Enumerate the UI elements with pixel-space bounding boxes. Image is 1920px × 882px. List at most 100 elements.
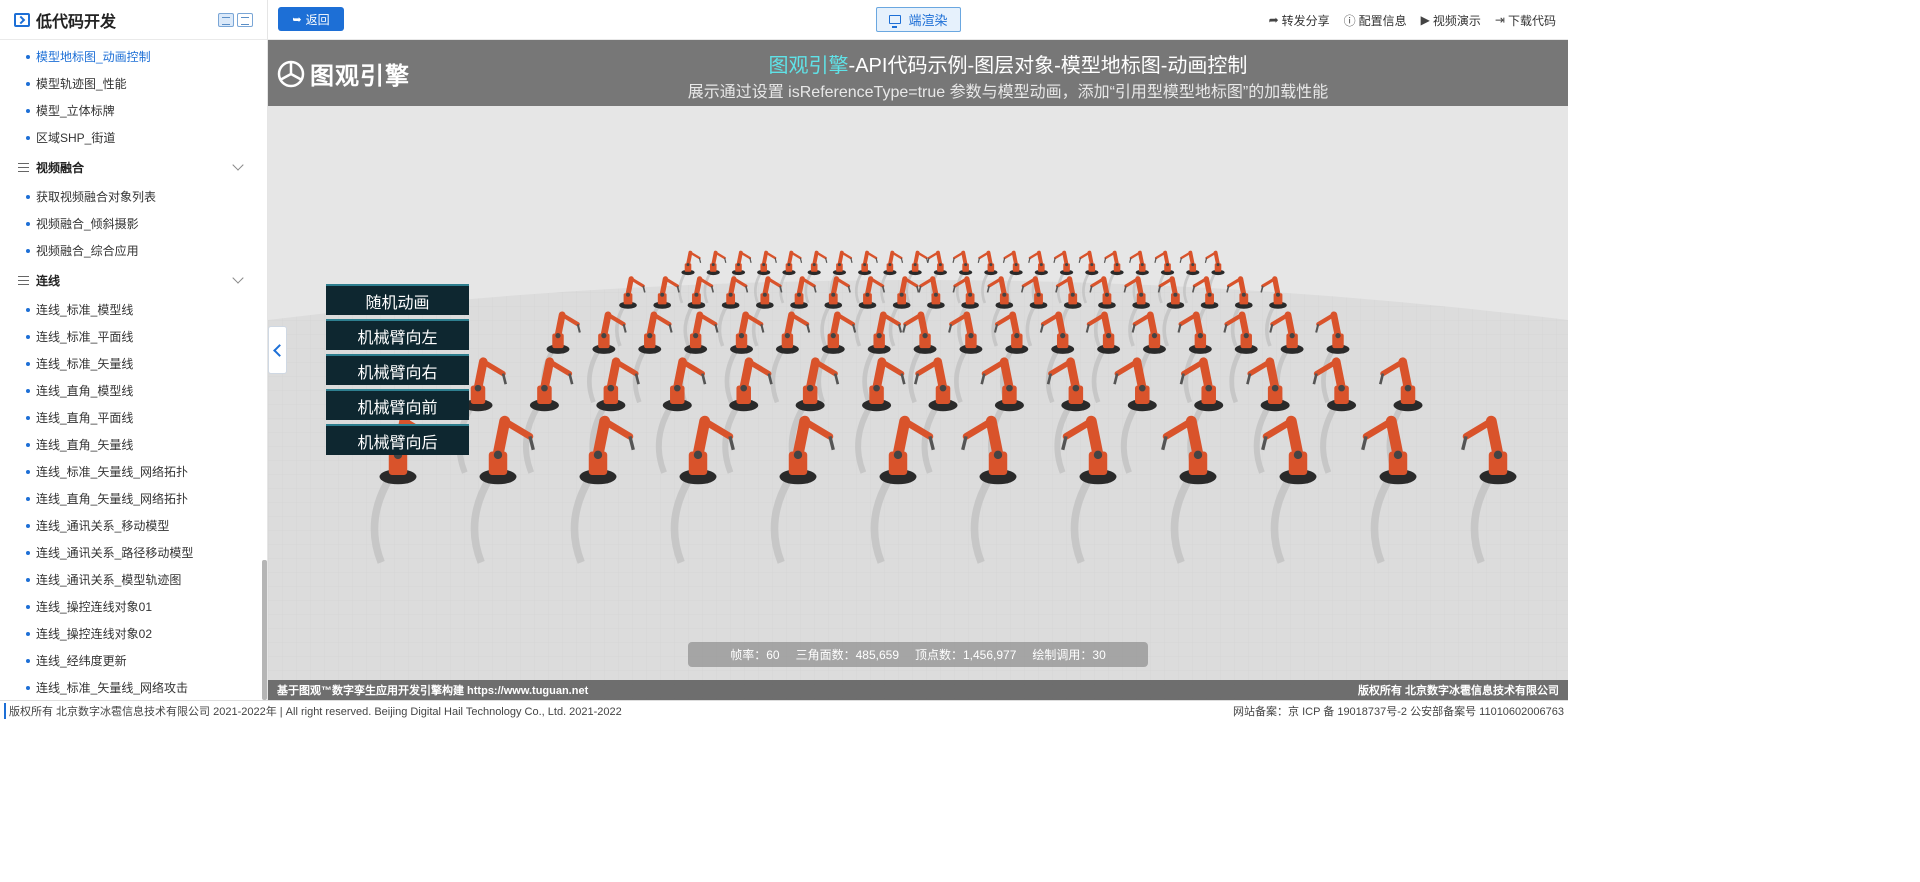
bullet-icon — [26, 135, 30, 140]
video-demo-label: 视频演示 — [1432, 13, 1481, 28]
video-demo-button[interactable]: ▶ 视频演示 — [1421, 12, 1481, 29]
bullet-icon — [26, 307, 30, 312]
menu-item[interactable]: 模型地标图_动画控制 — [0, 43, 262, 70]
menu-item-label: 连线_通讯关系_模型轨迹图 — [36, 573, 182, 587]
menu-item[interactable]: 区域SHP_街道 — [0, 124, 262, 151]
menu-item[interactable]: 连线_操控连线对象01 — [0, 593, 262, 620]
chevron-down-icon[interactable] — [232, 272, 244, 284]
menu-item[interactable]: 连线_标准_矢量线_网络攻击 — [0, 674, 262, 700]
top-actions: ➦ 转发分享 ⓘ 配置信息 ▶ 视频演示 ⇥ 下载代码 — [1255, 0, 1556, 40]
list-view-icon[interactable] — [237, 12, 253, 27]
menu-item-label: 连线_标准_模型线 — [36, 303, 134, 317]
menu-item[interactable]: 连线_标准_矢量线 — [0, 350, 262, 377]
bullet-icon — [26, 334, 30, 339]
bullet-icon — [26, 361, 30, 366]
share-button[interactable]: ➦ 转发分享 — [1269, 12, 1330, 29]
animation-button[interactable]: 机械臂向左 — [326, 319, 469, 350]
menu-item[interactable]: 连线_标准_矢量线_网络拓扑 — [0, 458, 262, 485]
menu-item[interactable]: 连线_操控连线对象02 — [0, 620, 262, 647]
render-button-label: 端渲染 — [908, 13, 948, 28]
menu-item-label: 连线_直角_平面线 — [36, 411, 134, 425]
render-viewport[interactable]: 图观引擎 图观引擎-API代码示例-图层对象-模型地标图-动画控制 展示通过设置… — [268, 40, 1568, 700]
animation-button[interactable]: 机械臂向前 — [326, 389, 469, 420]
menu-item[interactable]: 连线_通讯关系_路径移动模型 — [0, 539, 262, 566]
config-info-button[interactable]: ⓘ 配置信息 — [1344, 12, 1407, 29]
bullet-icon — [26, 685, 30, 690]
menu-item-label: 连线_标准_平面线 — [36, 330, 134, 344]
bullet-icon — [26, 221, 30, 226]
menu-item[interactable]: 连线_直角_矢量线 — [0, 431, 262, 458]
sidebar-collapse-button[interactable] — [268, 326, 287, 374]
page-title: 图观引擎-API代码示例-图层对象-模型地标图-动画控制 — [648, 49, 1368, 78]
chevron-down-icon[interactable] — [232, 159, 244, 171]
menu-item[interactable]: 连线_直角_平面线 — [0, 404, 262, 431]
menu-item[interactable]: 视频融合_倾斜摄影 — [0, 210, 262, 237]
bullet-icon — [26, 658, 30, 663]
animation-button[interactable]: 机械臂向后 — [326, 424, 469, 455]
page-title-highlight: 图观引擎 — [768, 55, 849, 77]
sidebar: 低代码开发 模型地标图_动画控制 模型轨迹图_性能 模型_立体标牌 区域SHP_街道视… — [0, 0, 268, 700]
bullet-icon — [26, 469, 30, 474]
menu-group-label: 连线 — [36, 273, 61, 288]
tuguan-logo-icon — [277, 60, 305, 87]
render-button[interactable]: 端渲染 — [876, 7, 961, 32]
render-stats-bar: 帧率：60 三角面数：485,659 顶点数：1,456,977 绘制调用：30 — [688, 642, 1148, 667]
menu-item[interactable]: 连线_经纬度更新 — [0, 647, 262, 674]
menu-group[interactable]: 视频融合 — [0, 151, 262, 183]
bullet-icon — [26, 442, 30, 447]
menu-item[interactable]: 视频融合_综合应用 — [0, 237, 262, 264]
menu-item-label: 模型_立体标牌 — [36, 104, 115, 118]
menu-item-label: 连线_直角_矢量线 — [36, 438, 134, 452]
stat-draw-calls: 绘制调用：30 — [1032, 648, 1106, 662]
sidebar-scrollbar[interactable] — [262, 560, 267, 700]
back-button[interactable]: ➥ 返回 — [278, 7, 344, 31]
menu-item-label: 视频融合_倾斜摄影 — [36, 217, 139, 231]
menu-item-label: 模型地标图_动画控制 — [36, 50, 151, 64]
menu-item-label: 模型轨迹图_性能 — [36, 77, 127, 91]
sidebar-menu: 模型地标图_动画控制 模型轨迹图_性能 模型_立体标牌区域SHP_街道 视频融合 获取视… — [0, 43, 262, 700]
top-toolbar: ➥ 返回 端渲染 ➦ 转发分享 ⓘ 配置信息 ▶ 视频演示 ⇥ 下载代码 — [268, 0, 1568, 40]
menu-item-label: 连线_标准_矢量线_网络攻击 — [36, 681, 189, 695]
back-arrow-icon: ➥ — [292, 13, 302, 26]
bullet-icon — [26, 604, 30, 609]
sidebar-title: 低代码开发 — [36, 13, 117, 31]
menu-item-label: 视频融合_综合应用 — [36, 244, 139, 258]
bullet-icon — [26, 523, 30, 528]
engine-credit: 基于图观™数字孪生应用开发引擎构建 https://www.tuguan.net — [277, 685, 589, 697]
download-code-button[interactable]: ⇥ 下载代码 — [1495, 12, 1556, 29]
chevron-left-icon — [273, 343, 286, 357]
app-root: 低代码开发 模型地标图_动画控制 模型轨迹图_性能 模型_立体标牌 区域SHP_街道视… — [0, 0, 1568, 720]
download-code-label: 下载代码 — [1507, 13, 1556, 28]
menu-group[interactable]: 连线 — [0, 264, 262, 296]
menu-item-label: 连线_直角_矢量线_网络拓扑 — [36, 492, 189, 506]
bullet-icon — [26, 550, 30, 555]
bullet-icon — [26, 415, 30, 420]
title-banner: 图观引擎 图观引擎-API代码示例-图层对象-模型地标图-动画控制 展示通过设置… — [268, 40, 1568, 106]
menu-item[interactable]: 模型_立体标牌 — [0, 97, 262, 124]
menu-item[interactable]: 获取视频融合对象列表 — [0, 183, 262, 210]
play-icon: ▶ — [1420, 13, 1430, 27]
menu-item[interactable]: 连线_直角_矢量线_网络拓扑 — [0, 485, 262, 512]
bullet-icon — [26, 194, 30, 199]
animation-button[interactable]: 随机动画 — [326, 284, 469, 315]
animation-button[interactable]: 机械臂向右 — [326, 354, 469, 385]
sidebar-header: 低代码开发 — [0, 0, 267, 40]
bullet-icon — [26, 577, 30, 582]
config-info-label: 配置信息 — [1358, 13, 1407, 28]
bullet-icon — [26, 108, 30, 113]
menu-item[interactable]: 连线_通讯关系_模型轨迹图 — [0, 566, 262, 593]
menu-item[interactable]: 模型轨迹图_性能 — [0, 70, 262, 97]
menu-item-label: 连线_经纬度更新 — [36, 654, 127, 668]
menu-item[interactable]: 连线_直角_模型线 — [0, 377, 262, 404]
grid-view-icon[interactable] — [218, 12, 234, 27]
bullet-icon — [26, 631, 30, 636]
menu-item[interactable]: 连线_标准_平面线 — [0, 323, 262, 350]
info-icon: ⓘ — [1343, 13, 1356, 28]
bullet-icon — [26, 248, 30, 253]
stat-vertices: 顶点数：1,456,977 — [915, 648, 1017, 662]
menu-item[interactable]: 连线_通讯关系_移动模型 — [0, 512, 262, 539]
menu-item-label: 连线_操控连线对象01 — [36, 600, 153, 614]
brand: 图观引擎 — [276, 56, 410, 91]
menu-item[interactable]: 连线_标准_模型线 — [0, 296, 262, 323]
page-title-rest: -API代码示例-图层对象-模型地标图-动画控制 — [848, 55, 1248, 77]
